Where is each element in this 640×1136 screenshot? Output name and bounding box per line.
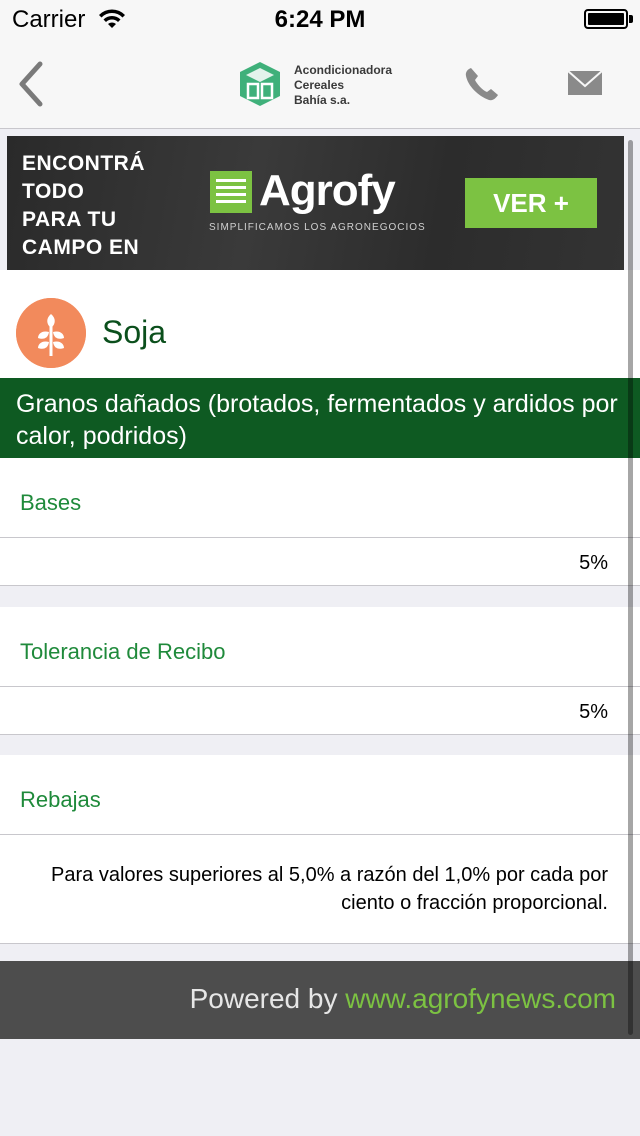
battery-icon — [584, 9, 628, 29]
ver-mas-button[interactable]: VER + — [465, 178, 597, 228]
banner-tagline: SIMPLIFICAMOS LOS AGRONEGOCIOS — [209, 222, 426, 233]
product-header: Soja — [0, 270, 640, 378]
status-bar: Carrier 6:24 PM — [0, 0, 640, 40]
group-rebajas: Rebajas Para valores superiores al 5,0% … — [0, 755, 640, 944]
logo-line-2: Cereales — [294, 78, 345, 92]
group-bases: Bases 5% — [0, 458, 640, 586]
logo-text: Acondicionadora Cereales Bahía s.a. — [294, 63, 392, 108]
agrofy-logo-icon — [210, 171, 252, 213]
group-note: Para valores superiores al 5,0% a razón … — [51, 864, 608, 914]
group-tolerancia-de-recibo: Tolerancia de Recibo 5% — [0, 607, 640, 735]
footer: Powered by www.agrofynews.com — [0, 961, 640, 1039]
phone-icon[interactable] — [462, 64, 502, 104]
powered-by: Powered by www.agrofynews.com — [190, 983, 616, 1015]
banner-headline: ENCONTRÁ TODO PARA TU CAMPO EN — [22, 150, 145, 262]
group-value: 5% — [579, 552, 608, 574]
product-title: Soja — [102, 314, 167, 350]
nav-bar: Acondicionadora Cereales Bahía s.a. — [0, 40, 640, 129]
banner-brand-name: Agrofy — [259, 166, 396, 215]
banner-line-4: CAMPO EN — [22, 236, 140, 259]
battery-tip — [629, 15, 633, 23]
group-value: 5% — [579, 701, 608, 723]
logo-line-1: Acondicionadora — [294, 63, 393, 77]
mail-icon[interactable] — [566, 68, 606, 98]
clock: 6:24 PM — [274, 6, 366, 33]
logo-line-3: Bahía s.a. — [294, 93, 351, 107]
powered-by-prefix: Powered by — [189, 983, 346, 1014]
group-label: Rebajas — [0, 755, 640, 835]
section-title: Granos dañados (brotados, fermentados y … — [0, 378, 640, 458]
banner-line-1: ENCONTRÁ — [22, 152, 145, 175]
scrollbar[interactable] — [628, 140, 633, 1035]
company-logo: Acondicionadora Cereales Bahía s.a. — [238, 60, 408, 110]
banner-line-2: TODO — [22, 180, 85, 203]
agrofynews-link[interactable]: www.agrofynews.com — [345, 983, 616, 1014]
banner-line-3: PARA TU — [22, 208, 117, 231]
logo-mark-icon — [240, 62, 280, 106]
group-label: Bases — [0, 458, 640, 538]
group-label: Tolerancia de Recibo — [0, 607, 640, 687]
agrofy-banner[interactable]: ENCONTRÁ TODO PARA TU CAMPO EN Agrofy SI… — [7, 136, 624, 270]
wheat-icon — [16, 298, 86, 368]
chevron-left-icon[interactable] — [12, 58, 52, 110]
